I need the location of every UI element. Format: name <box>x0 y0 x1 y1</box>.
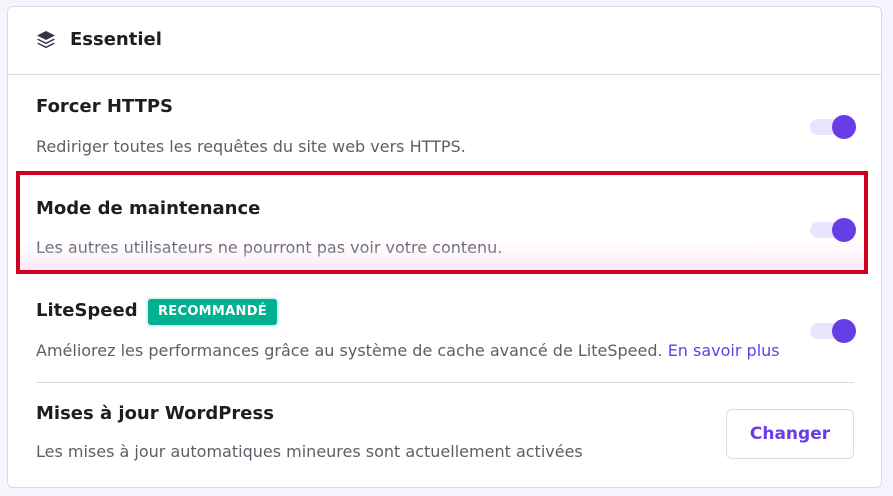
maintenance-mode-toggle[interactable] <box>810 218 856 242</box>
setting-description: Les autres utilisateurs ne pourront pas … <box>36 238 503 257</box>
row-divider <box>36 382 854 383</box>
recommended-badge: RECOMMANDÉ <box>146 297 279 327</box>
setting-description: Les mises à jour automatiques mineures s… <box>36 442 583 461</box>
setting-description: Rediriger toutes les requêtes du site we… <box>36 137 466 156</box>
card-header: Essentiel <box>8 7 881 75</box>
toggle-knob <box>832 319 856 343</box>
toggle-knob <box>832 115 856 139</box>
change-button[interactable]: Changer <box>726 409 854 459</box>
setting-title: Mode de maintenance <box>36 198 261 219</box>
setting-description: Améliorez les performances grâce au syst… <box>36 340 780 362</box>
litespeed-description-text: Améliorez les performances grâce au syst… <box>36 341 663 360</box>
setting-title: Forcer HTTPS <box>36 96 174 117</box>
learn-more-link[interactable]: En savoir plus <box>668 341 780 360</box>
layers-icon <box>35 29 57 51</box>
setting-title: LiteSpeed <box>36 300 138 321</box>
card-title: Essentiel <box>70 29 162 50</box>
litespeed-toggle[interactable] <box>810 319 856 343</box>
toggle-knob <box>832 218 856 242</box>
force-https-toggle[interactable] <box>810 115 856 139</box>
setting-title: Mises à jour WordPress <box>36 403 274 424</box>
settings-card: Essentiel Forcer HTTPS Rediriger toutes … <box>7 6 882 488</box>
